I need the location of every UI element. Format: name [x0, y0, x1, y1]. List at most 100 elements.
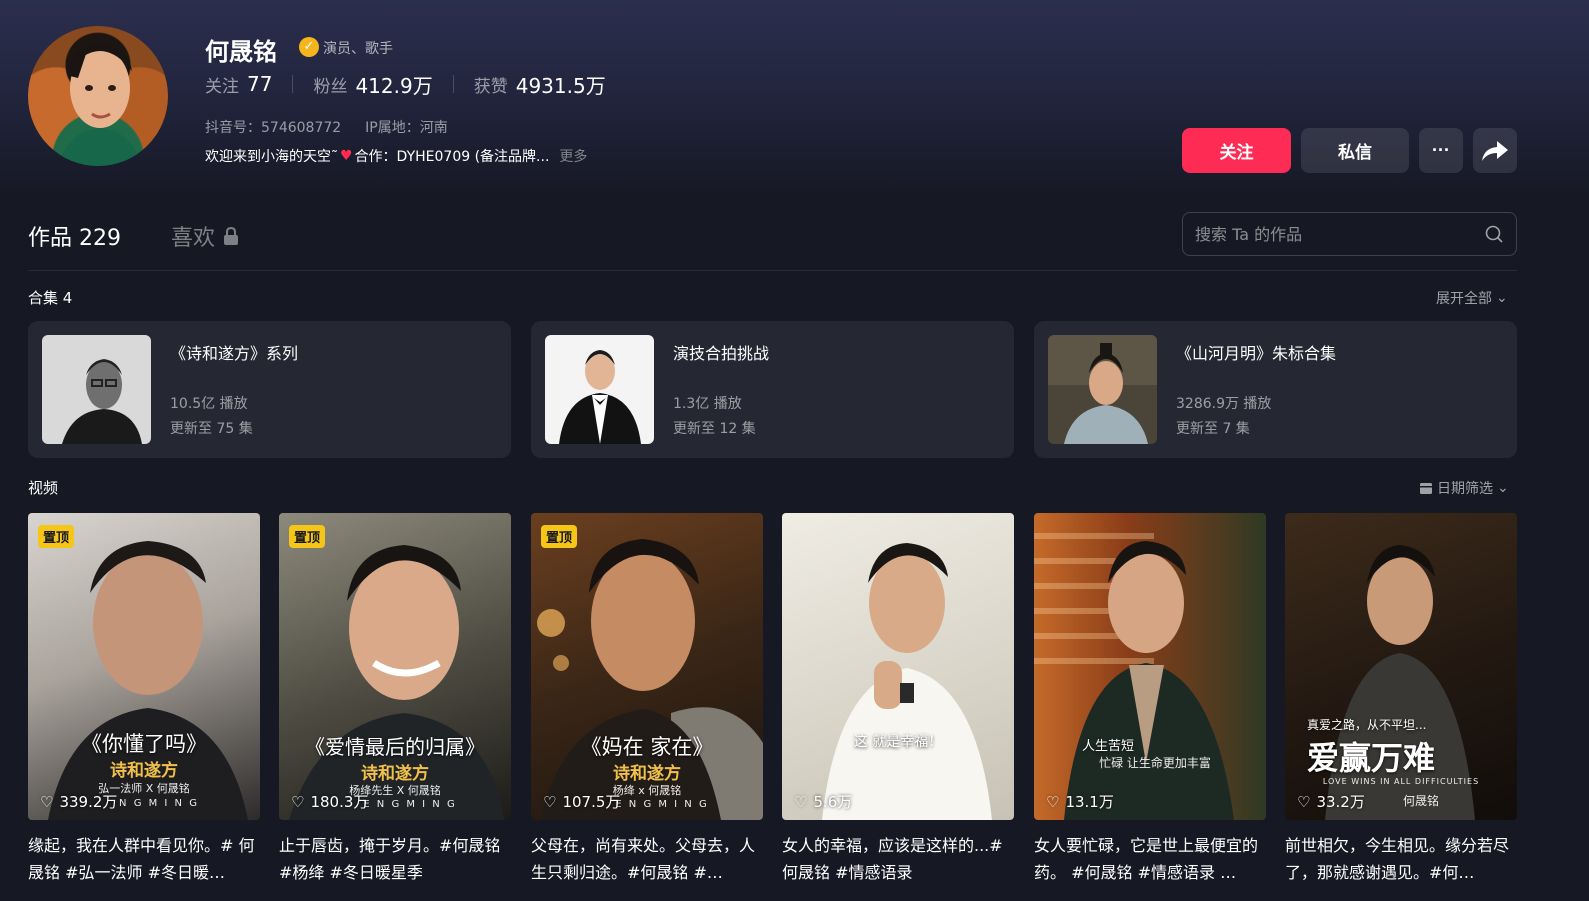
search-input[interactable]	[1195, 224, 1484, 244]
stat-divider	[452, 75, 454, 93]
pinned-badge: 置顶	[38, 525, 75, 548]
video-overlay-title: 《妈在 家在》	[580, 735, 714, 759]
video-card[interactable]: 置顶 《你懂了吗》 诗和遂方 弘一法师 X 何晟铭 N G M I N G ♡ …	[28, 513, 260, 820]
profile-tag: 演员、歌手	[323, 41, 393, 57]
collection-title: 《诗和遂方》系列	[170, 344, 299, 363]
profile-stats: 关注 77 粉丝 412.9万 获赞 4931.5万	[205, 70, 606, 99]
tab-works-count: 229	[79, 226, 122, 251]
video-likes: ♡ 5.6万	[794, 791, 852, 812]
heart-outline-icon: ♡	[1297, 792, 1311, 811]
likes-received-label: 获赞	[473, 76, 508, 97]
video-like-count: 5.6万	[813, 793, 853, 811]
tabs-divider	[28, 270, 1517, 271]
video-overlay-subtitle: 诗和遂方	[613, 764, 681, 784]
pinned-badge: 置顶	[289, 525, 326, 548]
stat-divider	[292, 75, 294, 93]
video-likes: ♡ 33.2万	[1297, 791, 1365, 812]
video-like-count: 107.5万	[562, 793, 621, 811]
collection-card[interactable]: 《诗和遂方》系列 10.5亿 播放 更新至 75 集	[28, 321, 511, 458]
collection-thumbnail	[1048, 335, 1157, 444]
video-likes: ♡ 107.5万	[543, 791, 620, 812]
heart-outline-icon: ♡	[1046, 792, 1060, 811]
video-likes: ♡ 13.1万	[1046, 791, 1114, 812]
following-count[interactable]: 77	[247, 72, 272, 96]
video-thumbnail	[822, 543, 992, 820]
bio-text-end: 合作：DYHE0709 (备注品牌...	[354, 149, 550, 165]
expand-all-button[interactable]: 展开全部 ⌄	[1436, 288, 1508, 308]
more-options-button[interactable]: ···	[1419, 128, 1463, 173]
followers-label: 粉丝	[313, 76, 348, 97]
collection-card[interactable]: 《山河月明》朱标合集 3286.9万 播放 更新至 7 集	[1034, 321, 1517, 458]
collection-plays: 3286.9万 播放	[1176, 396, 1272, 412]
video-caption[interactable]: 女人的幸福，应该是这样的...# 何晟铭 #情感语录	[782, 832, 1014, 886]
video-caption[interactable]: 前世相欠，今生相见。缘分若尽了，那就感谢遇见。#何…	[1285, 832, 1517, 886]
follow-button[interactable]: 关注	[1182, 128, 1291, 173]
video-like-count: 180.3万	[310, 793, 369, 811]
profile-tabs: 作品 229 喜欢	[28, 220, 239, 252]
pinned-badge: 置顶	[541, 525, 578, 548]
collection-card[interactable]: 演技合拍挑战 1.3亿 播放 更新至 12 集	[531, 321, 1014, 458]
profile-bio: 欢迎来到小海的天空˜ ♥ 合作：DYHE0709 (备注品牌... 更多	[205, 146, 587, 166]
bio-text-start: 欢迎来到小海的天空˜	[205, 149, 338, 165]
search-icon[interactable]	[1484, 224, 1504, 244]
video-like-count: 13.1万	[1065, 793, 1114, 811]
search-box	[1182, 212, 1517, 256]
heart-outline-icon: ♡	[794, 792, 808, 811]
collection-updated: 更新至 75 集	[170, 421, 253, 437]
share-arrow-icon	[1482, 140, 1508, 161]
verified-badge-icon: ✓	[299, 37, 319, 57]
video-overlay-title: 爱赢万难	[1307, 739, 1436, 777]
video-card[interactable]: 这 就是幸福！ ♡ 5.6万	[782, 513, 1014, 820]
douyin-id: 抖音号：574608772	[205, 120, 342, 136]
video-overlay-title: 人生苦短	[1082, 739, 1135, 754]
video-like-count: 33.2万	[1316, 793, 1365, 811]
collection-thumbnail	[42, 335, 151, 444]
video-caption[interactable]: 止于唇齿，掩于岁月。#何晟铭 #杨绛 #冬日暖星季	[279, 832, 511, 886]
collection-plays: 10.5亿 播放	[170, 396, 248, 412]
video-overlay-subtitle: 诗和遂方	[110, 761, 178, 781]
video-caption[interactable]: 女人要忙碌，它是世上最便宜的药。 #何晟铭 #情感语录 …	[1034, 832, 1266, 886]
heart-outline-icon: ♡	[291, 792, 305, 811]
video-card[interactable]: 真爱之路，从不平坦... 爱赢万难 LOVE WINS IN ALL DIFFI…	[1285, 513, 1517, 820]
tab-likes[interactable]: 喜欢	[171, 220, 239, 252]
heart-outline-icon: ♡	[543, 792, 557, 811]
video-likes: ♡ 339.2万	[40, 791, 117, 812]
video-card[interactable]: 人生苦短 忙碌 让生命更加丰富 ♡ 13.1万	[1034, 513, 1266, 820]
video-likes: ♡ 180.3万	[291, 791, 368, 812]
video-like-count: 339.2万	[59, 793, 118, 811]
tab-works[interactable]: 作品 229	[28, 220, 121, 252]
collection-thumbnail	[545, 335, 654, 444]
tab-likes-label: 喜欢	[171, 226, 216, 251]
profile-meta: 抖音号：574608772 IP属地：河南	[205, 117, 448, 137]
chevron-down-icon: ⌄	[1497, 480, 1509, 496]
followers-count[interactable]: 412.9万	[355, 70, 432, 99]
more-dots-icon: ···	[1432, 140, 1450, 160]
video-thumbnail	[1034, 533, 1234, 820]
avatar[interactable]	[28, 26, 168, 166]
share-button[interactable]	[1473, 128, 1517, 173]
message-button[interactable]: 私信	[1301, 128, 1409, 173]
date-filter-button[interactable]: 日期筛选 ⌄	[1419, 478, 1509, 498]
video-overlay-pretitle: 真爱之路，从不平坦...	[1307, 718, 1427, 732]
collection-plays: 1.3亿 播放	[673, 396, 742, 412]
video-overlay-tagline: LOVE WINS IN ALL DIFFICULTIES	[1322, 777, 1480, 786]
bio-more-link[interactable]: 更多	[559, 146, 587, 166]
video-overlay-subtitle: 诗和遂方	[361, 764, 429, 784]
video-overlay-credit: 忙碌 让生命更加丰富	[1099, 756, 1211, 770]
date-filter-label: 日期筛选	[1437, 481, 1493, 497]
likes-received-count: 4931.5万	[515, 73, 606, 98]
video-card[interactable]: 置顶 《爱情最后的归属》 诗和遂方 杨绛先生 X 何晟铭 E N G M I N…	[279, 513, 511, 820]
collection-title: 《山河月明》朱标合集	[1176, 344, 1337, 363]
video-overlay-title: 《爱情最后的归属》	[305, 735, 485, 759]
video-caption[interactable]: 父母在，尚有来处。父母去，人生只剩归途。#何晟铭 #…	[531, 832, 763, 886]
collections-title: 合集 4	[28, 289, 73, 307]
video-caption[interactable]: 缘起，我在人群中看见你。# 何晟铭 #弘一法师 #冬日暖…	[28, 832, 260, 886]
calendar-icon	[1420, 483, 1432, 494]
videos-title: 视频	[28, 479, 59, 497]
collection-title: 演技合拍挑战	[673, 344, 770, 363]
red-heart-icon: ♥	[340, 148, 353, 164]
heart-outline-icon: ♡	[40, 792, 54, 811]
following-label: 关注	[205, 76, 239, 97]
video-card[interactable]: 置顶 《妈在 家在》 诗和遂方 杨绛 x 何晟铭 E N G M I N G ♡…	[531, 513, 763, 820]
expand-all-label: 展开全部	[1436, 291, 1492, 307]
